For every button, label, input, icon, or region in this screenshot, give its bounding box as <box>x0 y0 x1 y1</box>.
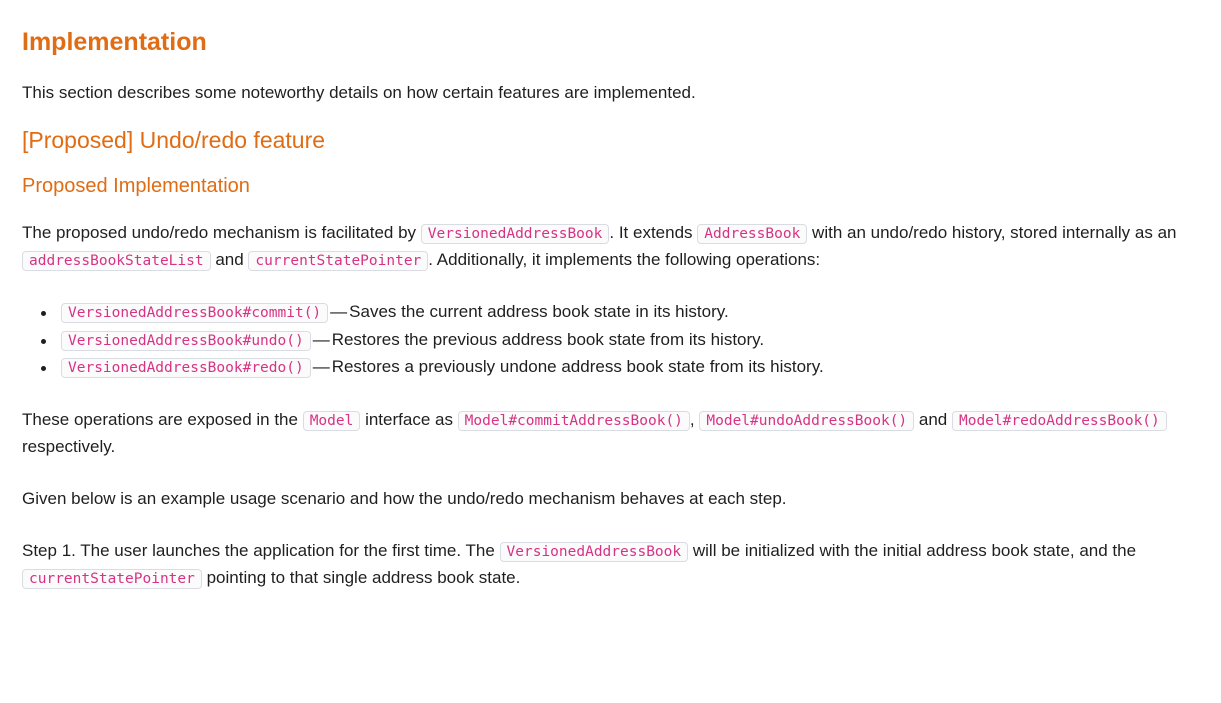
list-item: VersionedAddressBook#undo() — Restores the… <box>41 327 1199 355</box>
text: will be initialized with the initial add… <box>688 540 1137 560</box>
page-title: Implementation <box>22 28 207 56</box>
text: and <box>210 250 249 269</box>
em-dash: — <box>330 302 348 321</box>
list-item: VersionedAddressBook#commit() — Saves the … <box>41 299 1199 327</box>
code-address-book: AddressBook <box>697 224 808 244</box>
scenario-paragraph: Given below is an example usage scenario… <box>22 488 787 508</box>
text: . It extends <box>609 223 698 242</box>
code-current-state-pointer: currentStatePointer <box>248 251 429 271</box>
text: , <box>689 409 700 429</box>
operation-description: Restores a previously undone address boo… <box>331 357 824 376</box>
code-versioned-address-book: VersionedAddressBook <box>499 541 689 562</box>
list-item: VersionedAddressBook#redo() — Restores a p… <box>41 354 1199 382</box>
em-dash: — <box>312 329 330 349</box>
text: and <box>914 409 952 429</box>
text: respectively. <box>22 436 116 456</box>
code-redo: VersionedAddressBook#redo() <box>61 358 311 378</box>
intro-paragraph: This section describes some noteworthy d… <box>22 83 696 102</box>
code-versioned-address-book: VersionedAddressBook <box>420 224 610 244</box>
operation-description: Restores the previous address book state… <box>331 329 765 349</box>
code-model-commit: Model#commitAddressBook() <box>457 410 690 431</box>
operations-list: VersionedAddressBook#commit() — Saves the … <box>22 299 1199 382</box>
code-model-redo: Model#redoAddressBook() <box>951 410 1167 431</box>
text: with an undo/redo history, stored intern… <box>807 223 1177 242</box>
text: pointing to that single address book sta… <box>201 567 521 587</box>
code-model: Model <box>302 410 361 431</box>
code-undo: VersionedAddressBook#undo() <box>61 330 311 351</box>
code-commit: VersionedAddressBook#commit() <box>61 303 329 323</box>
text: . Additionally, it implements the follow… <box>428 250 821 269</box>
text: These operations are exposed in the <box>22 409 303 429</box>
sub-heading: Proposed Implementation <box>22 175 250 197</box>
model-interface-paragraph: These operations are exposed in the Mode… <box>22 407 1199 460</box>
em-dash: — <box>312 357 330 376</box>
text: interface as <box>360 409 458 429</box>
code-address-book-state-list: addressBookStateList <box>22 251 211 271</box>
text: The proposed undo/redo mechanism is faci… <box>22 223 421 242</box>
feature-heading: [Proposed] Undo/redo feature <box>22 127 326 153</box>
mechanism-paragraph: The proposed undo/redo mechanism is faci… <box>22 220 1199 274</box>
operation-description: Saves the current address book state in … <box>349 302 729 321</box>
document: Implementation This section describes so… <box>0 0 1221 592</box>
code-model-undo: Model#undoAddressBook() <box>699 410 915 431</box>
step1-paragraph: Step 1. The user launches the applicatio… <box>22 538 1199 592</box>
text: Step 1. The user launches the applicatio… <box>22 540 500 560</box>
code-current-state-pointer: currentStatePointer <box>22 568 202 589</box>
